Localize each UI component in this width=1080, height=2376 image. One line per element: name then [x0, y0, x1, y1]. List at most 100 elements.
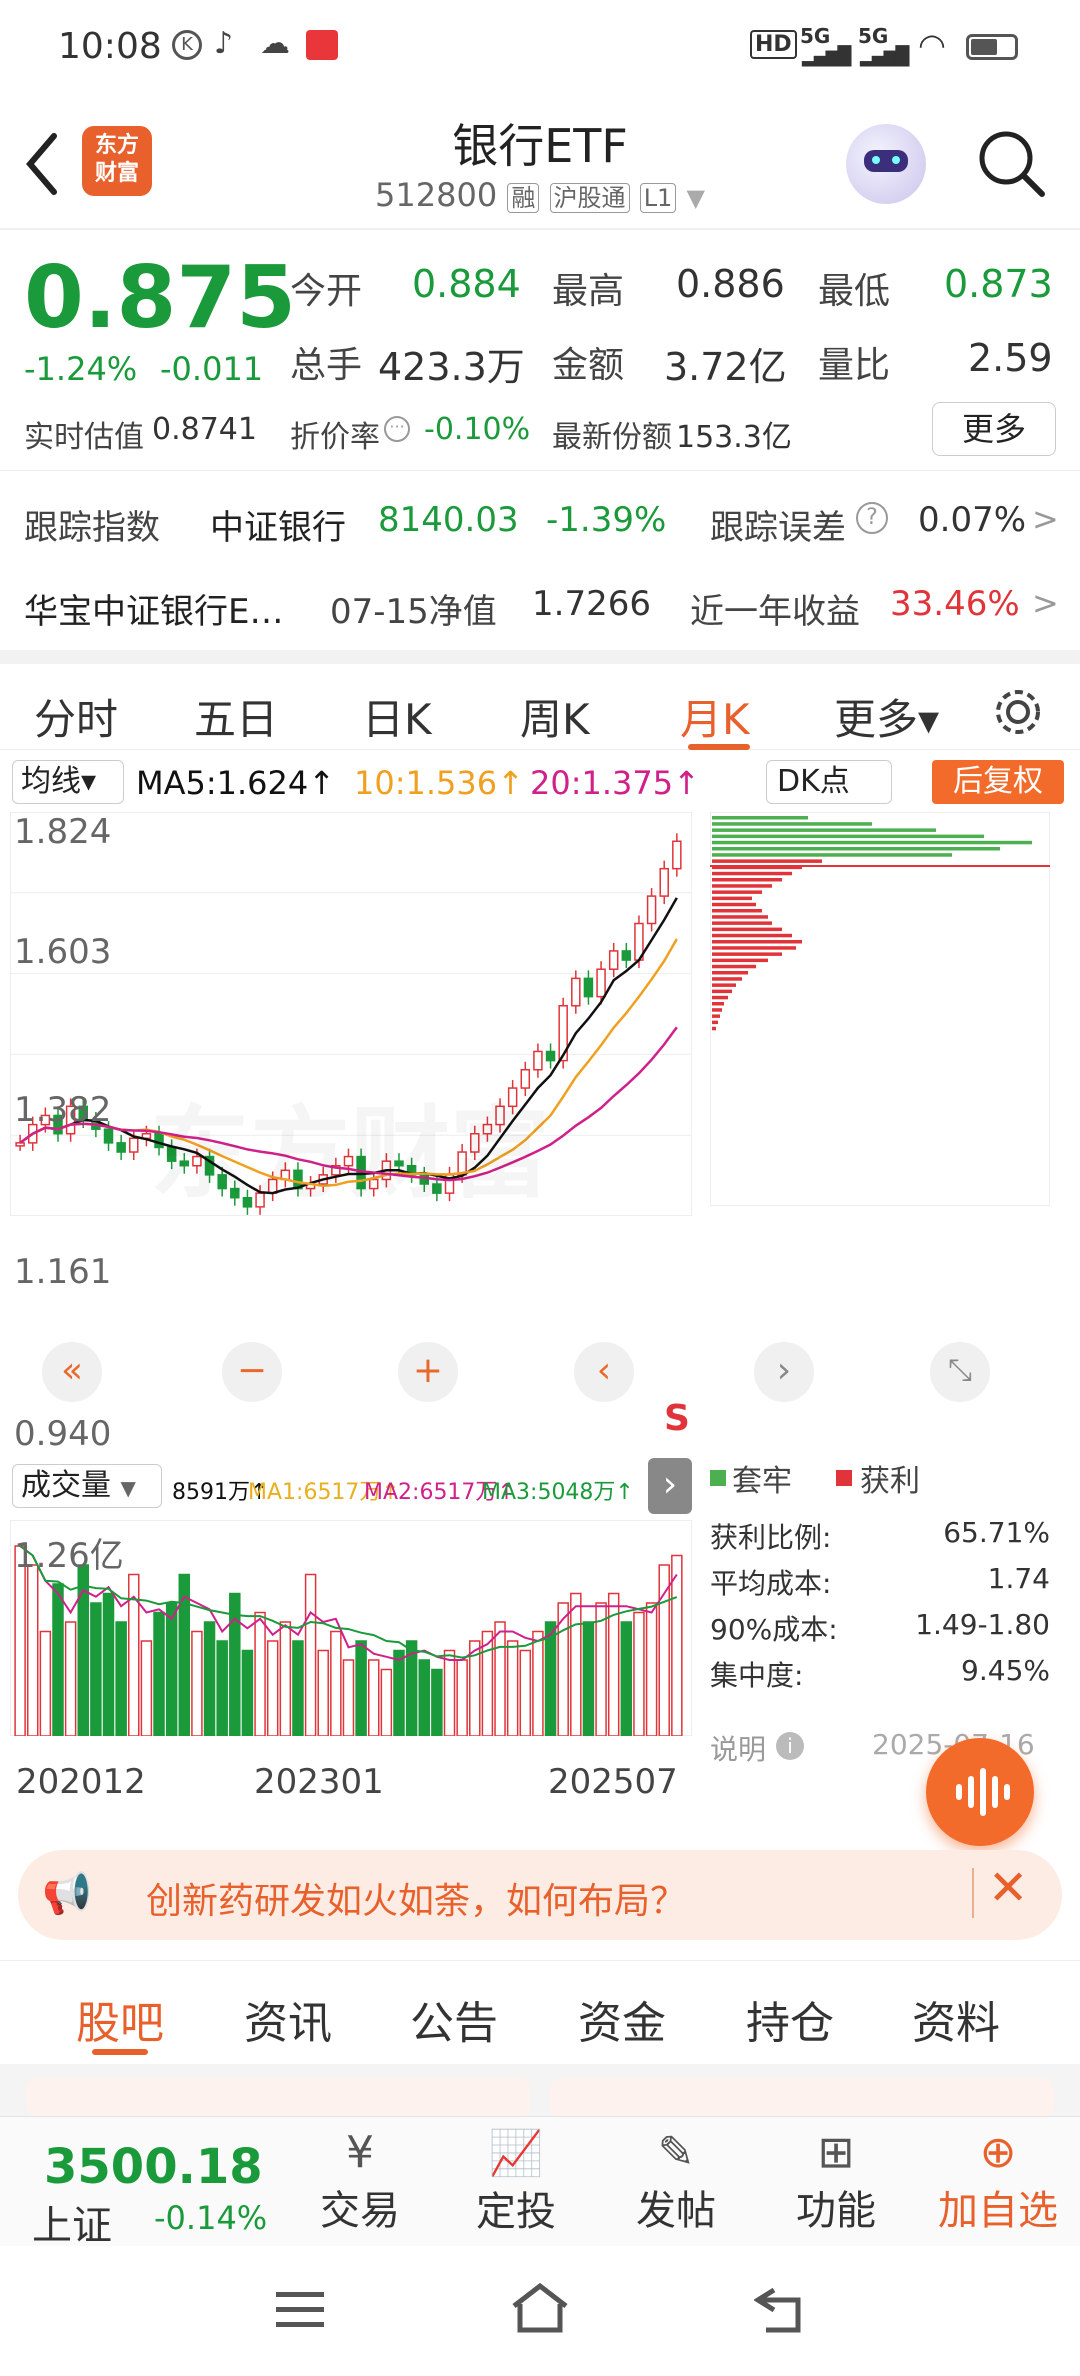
home-icon[interactable]	[510, 2282, 570, 2334]
help-icon[interactable]: ?	[856, 502, 888, 534]
tiktok-icon: ♪	[214, 26, 234, 61]
volume-bar	[216, 1640, 228, 1736]
premium-value: -0.10%	[424, 412, 531, 447]
chip-note[interactable]: 说明	[710, 1728, 766, 1768]
tab-guba[interactable]: 股吧	[76, 1987, 164, 2051]
volume-bar	[90, 1602, 102, 1736]
signal-5g-2-icon: 5G	[858, 24, 889, 48]
kline-chart-area: 均线▾ MA5:1.624↑ 10:1.536↑ 20:1.375↑ DK点 后…	[0, 752, 1080, 1846]
ma5-value: MA5:1.624↑	[136, 764, 336, 802]
scroll-left-icon[interactable]: ‹	[574, 1342, 634, 1402]
chip-bar	[712, 952, 782, 956]
legend-trapped-swatch	[710, 1470, 726, 1486]
scroll-left-fast-icon[interactable]: «	[42, 1342, 102, 1402]
volume-value: 423.3万	[378, 345, 525, 389]
chip-bar	[712, 915, 768, 919]
tab-daily-k[interactable]: 日K	[362, 686, 432, 747]
legend-trapped: 套牢	[732, 1464, 792, 1499]
adjust-button[interactable]: 后复权	[932, 760, 1064, 804]
volume-bar	[645, 1602, 658, 1736]
x-label-1: 202012	[16, 1762, 146, 1802]
shares-value: 153.3亿	[676, 420, 792, 455]
post-button[interactable]: ✎ 发帖	[616, 2127, 736, 2247]
functions-button[interactable]: ⊞ 功能	[776, 2127, 896, 2247]
banner-text: 创新药研发如火如荼，如何布局？	[146, 1881, 687, 1922]
volume-bar	[443, 1649, 456, 1736]
robot-assistant-icon[interactable]	[846, 124, 926, 204]
est-value: 0.8741	[152, 412, 257, 447]
volume-selector[interactable]: 成交量 ▼	[12, 1464, 162, 1508]
tab-news[interactable]: 资讯	[244, 1987, 332, 2051]
fund-row[interactable]: 华宝中证银行E… 07-15净值 1.7266 近一年收益 33.46% >	[0, 562, 1080, 646]
chip-bar	[712, 958, 768, 963]
tab-weekly-k[interactable]: 周K	[520, 686, 590, 747]
close-icon[interactable]: ✕	[988, 1860, 1028, 1916]
return-label: 近一年收益	[690, 592, 860, 632]
ma-selector[interactable]: 均线▾	[12, 760, 124, 804]
scroll-right-icon[interactable]: ›	[754, 1342, 814, 1402]
index-value: 3500.18	[44, 2139, 263, 2195]
expand-panel-icon[interactable]: ›	[648, 1458, 692, 1514]
megaphone-icon: 📢	[42, 1871, 92, 1917]
low-label: 最低	[818, 271, 891, 312]
chip-bar	[712, 1026, 716, 1031]
more-button[interactable]: 更多	[932, 402, 1056, 456]
bottom-toolbar: 3500.18 上证 -0.14% ¥ 交易 📈 定投 ✎ 发帖 ⊞ 功能 ⊕ …	[0, 2116, 1080, 2249]
battery-icon	[966, 34, 1018, 60]
chip-bar	[712, 1008, 722, 1012]
content-card-left[interactable]	[26, 2078, 530, 2118]
info-icon[interactable]: i	[776, 1732, 804, 1760]
voice-assistant-button[interactable]	[926, 1738, 1034, 1846]
chart-calendar-icon: 📈	[488, 2128, 544, 2179]
tab-profile[interactable]: 资料	[912, 1987, 1000, 2051]
back-nav-icon[interactable]	[754, 2286, 806, 2334]
open-value: 0.884	[412, 262, 521, 306]
index-pct: -0.14%	[154, 2199, 268, 2237]
chip-bar	[712, 816, 808, 820]
tab-announcements[interactable]: 公告	[410, 1987, 498, 2051]
add-watchlist-button[interactable]: ⊕ 加自选	[928, 2127, 1068, 2247]
volume-bar	[633, 1611, 645, 1736]
tab-more[interactable]: 更多▾	[834, 686, 939, 747]
chip-stats: 获利比例: 65.71% 平均成本: 1.74 90%成本: 1.49-1.80 集中…	[710, 1516, 1050, 1700]
zoom-out-icon[interactable]: −	[222, 1342, 282, 1402]
tracking-row[interactable]: 跟踪指数 中证银行 8140.03 -1.39% 跟踪误差 ? 0.07% >	[0, 480, 1080, 564]
tab-monthly-k[interactable]: 月K	[680, 686, 750, 747]
grid-icon: ⊞	[817, 2127, 855, 2178]
fullscreen-icon[interactable]: ⤡	[930, 1342, 990, 1402]
volume-bar	[532, 1630, 544, 1736]
chip-distribution-chart	[710, 812, 1050, 1206]
chip-bar	[712, 853, 952, 857]
volume-bar	[266, 1640, 279, 1736]
zoom-in-icon[interactable]: +	[398, 1342, 458, 1402]
signal-5g-1-icon: 5G	[800, 24, 831, 48]
y-label-3: 1.382	[14, 1090, 112, 1130]
tab-holdings[interactable]: 持仓	[746, 1987, 834, 2051]
menu-icon[interactable]	[276, 2290, 324, 2330]
tab-funds[interactable]: 资金	[578, 1987, 666, 2051]
promo-banner[interactable]: 📢 创新药研发如火如荼，如何布局？ ✕	[18, 1850, 1062, 1940]
tab-five-day[interactable]: 五日	[194, 686, 278, 747]
dk-point-selector[interactable]: DK点	[766, 760, 892, 804]
margin-tag: 融	[507, 183, 540, 213]
auto-invest-button[interactable]: 📈 定投	[456, 2127, 576, 2247]
settings-gear-icon[interactable]	[990, 684, 1046, 740]
amount-value: 3.72亿	[664, 345, 787, 389]
chip-bar	[712, 927, 782, 932]
notification-k-icon: K	[172, 30, 202, 60]
search-icon[interactable]	[976, 128, 1048, 200]
chip-bar	[712, 946, 796, 950]
trade-button[interactable]: ¥ 交易	[300, 2127, 420, 2247]
premium-info-icon[interactable]: ···	[384, 416, 410, 442]
chip-bar	[712, 902, 756, 907]
status-time: 10:08	[58, 26, 162, 67]
chip-bar	[712, 1020, 718, 1025]
dropdown-icon[interactable]: ▼	[687, 184, 705, 212]
hk-connect-tag: 沪股通	[549, 183, 630, 213]
nav-value: 1.7266	[532, 584, 651, 624]
est-label: 实时估值	[24, 420, 144, 455]
content-card-right[interactable]	[550, 2078, 1054, 2118]
tab-intraday[interactable]: 分时	[34, 686, 118, 747]
high-value: 0.886	[676, 262, 785, 306]
tracking-index-name: 中证银行	[210, 508, 346, 548]
